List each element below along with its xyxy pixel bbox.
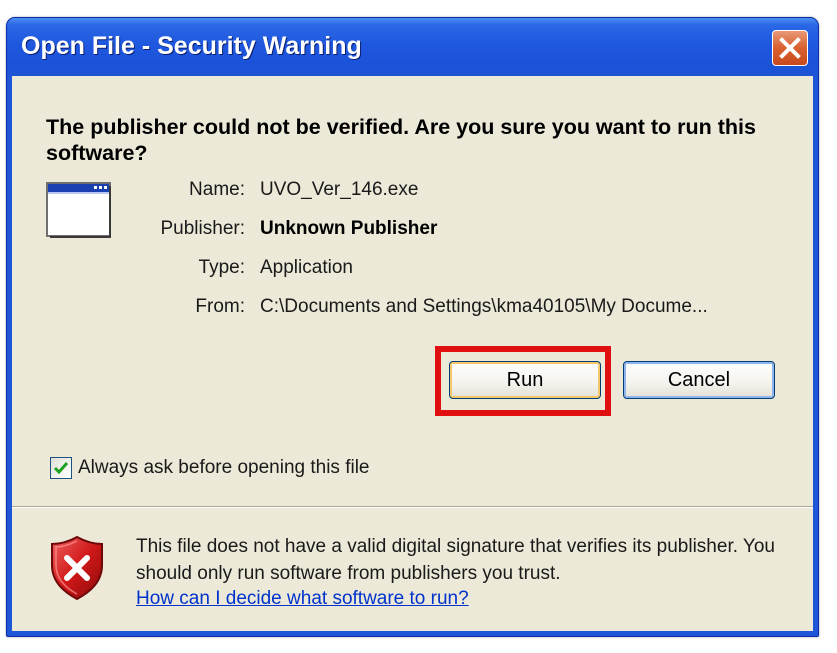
dialog-body: The publisher could not be verified. Are… xyxy=(12,76,813,631)
type-label: Type: xyxy=(198,257,245,278)
always-ask-checkbox[interactable] xyxy=(50,457,72,479)
help-link[interactable]: How can I decide what software to run? xyxy=(136,588,469,610)
close-button[interactable] xyxy=(772,30,808,66)
close-icon xyxy=(779,37,801,59)
application-window-icon xyxy=(46,182,111,238)
signature-warning-text: This file does not have a valid digital … xyxy=(136,536,775,584)
publisher-value: Unknown Publisher xyxy=(260,218,438,239)
from-label: From: xyxy=(195,296,245,317)
cancel-button[interactable]: Cancel xyxy=(623,361,775,399)
security-warning-dialog: Open File - Security Warning The publish… xyxy=(6,17,819,637)
security-shield-icon xyxy=(51,535,103,601)
window-title: Open File - Security Warning xyxy=(21,32,362,60)
always-ask-label[interactable]: Always ask before opening this file xyxy=(78,457,370,479)
name-value: UVO_Ver_146.exe xyxy=(260,179,419,200)
separator xyxy=(12,506,813,508)
dialog-heading: The publisher could not be verified. Are… xyxy=(46,115,756,165)
run-button[interactable]: Run xyxy=(449,361,601,399)
publisher-label: Publisher: xyxy=(160,218,246,239)
title-bar[interactable]: Open File - Security Warning xyxy=(7,18,818,76)
name-label: Name: xyxy=(189,179,245,200)
type-value: Application xyxy=(260,257,353,278)
from-value: C:\Documents and Settings\kma40105\My Do… xyxy=(260,296,708,317)
checkmark-icon xyxy=(53,462,69,475)
